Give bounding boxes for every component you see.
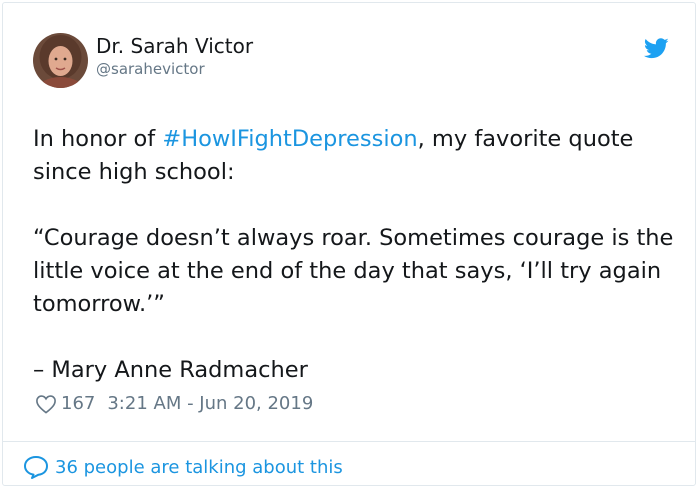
tweet-quote: “Courage doesn’t always roar. Sometimes … xyxy=(33,225,674,317)
intro-prefix: In honor of xyxy=(33,126,163,152)
tweet-meta: 167 3:21 AM - Jun 20, 2019 xyxy=(35,393,313,414)
author-name[interactable]: Dr. Sarah Victor xyxy=(96,34,253,58)
conversation-link[interactable]: 36 people are talking about this xyxy=(23,455,343,479)
hashtag-link[interactable]: #HowIFightDepression xyxy=(162,126,417,152)
tweet-attribution: – Mary Anne Radmacher xyxy=(33,357,308,383)
tweet-card: Dr. Sarah Victor @sarahevictor In honor … xyxy=(2,2,696,486)
author-handle[interactable]: @sarahevictor xyxy=(96,60,205,78)
tweet-intro: In honor of #HowIFightDepression, my fav… xyxy=(33,123,683,189)
twitter-bird-icon[interactable] xyxy=(643,38,669,59)
divider xyxy=(3,441,695,442)
avatar[interactable] xyxy=(33,33,88,88)
tweet-text: In honor of #HowIFightDepression, my fav… xyxy=(33,123,683,387)
heart-icon[interactable] xyxy=(35,394,57,414)
like-count[interactable]: 167 xyxy=(61,393,95,414)
timestamp[interactable]: 3:21 AM - Jun 20, 2019 xyxy=(107,393,313,414)
conversation-label[interactable]: 36 people are talking about this xyxy=(55,457,343,478)
speech-bubble-icon xyxy=(24,456,48,479)
